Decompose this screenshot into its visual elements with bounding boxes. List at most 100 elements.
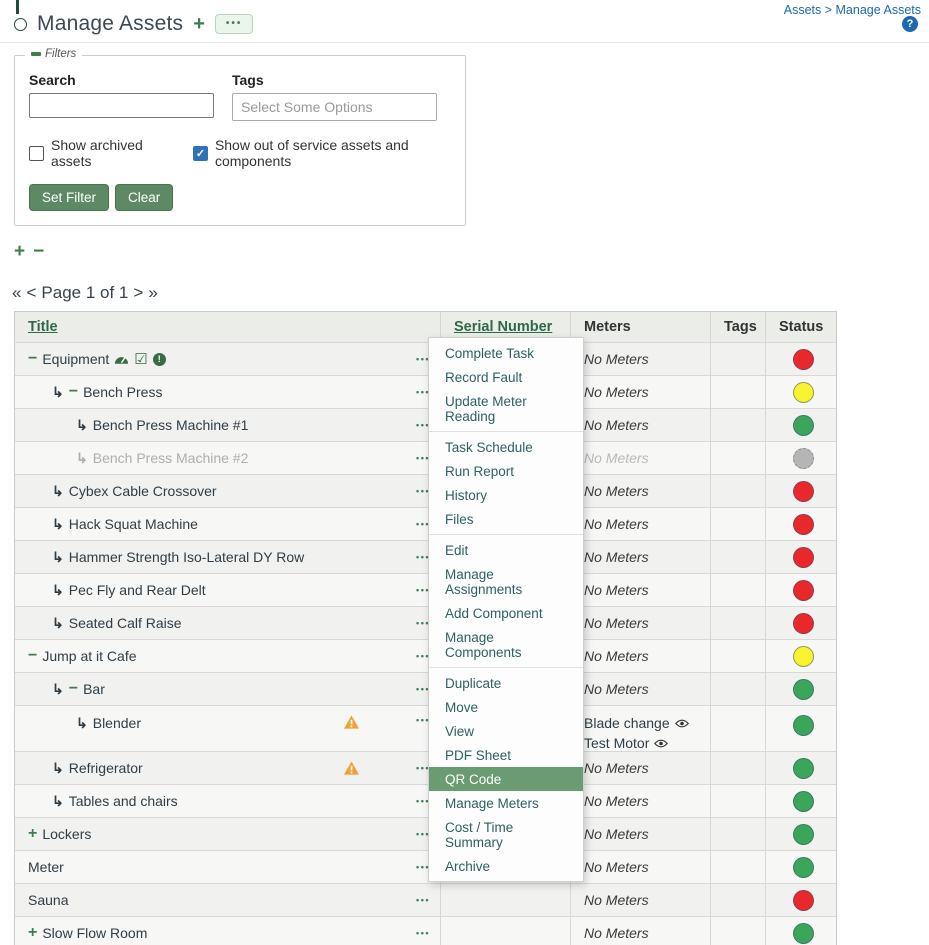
menu-item-files[interactable]: Files: [429, 507, 583, 531]
eye-icon[interactable]: [675, 719, 689, 728]
asset-title[interactable]: Bench Press Machine #1: [93, 417, 249, 433]
asset-title[interactable]: Blender: [93, 715, 141, 731]
filters-panel: Filters Search Tags Show archived assets…: [14, 55, 466, 226]
meters-cell: No Meters: [571, 673, 711, 705]
tree-branch-icon: ↳: [52, 793, 64, 810]
menu-item-run-report[interactable]: Run Report: [429, 459, 583, 483]
expand-all-button[interactable]: +: [14, 242, 25, 261]
asset-title[interactable]: Seated Calf Raise: [69, 615, 182, 631]
meters-cell: No Meters: [571, 785, 711, 817]
menu-item-task-schedule[interactable]: Task Schedule: [429, 435, 583, 459]
next-page-button[interactable]: >: [133, 283, 143, 303]
meters-cell: No Meters: [571, 475, 711, 507]
tree-collapse-icon[interactable]: −: [28, 351, 37, 367]
menu-item-archive[interactable]: Archive: [429, 854, 583, 878]
pagination: « < Page 1 of 1 > »: [12, 283, 929, 303]
menu-item-manage-assignments[interactable]: Manage Assignments: [429, 562, 583, 601]
asset-title[interactable]: Refrigerator: [69, 760, 143, 776]
menu-item-pdf-sheet[interactable]: PDF Sheet: [429, 743, 583, 767]
asset-title[interactable]: Equipment: [42, 351, 109, 367]
asset-title[interactable]: Jump at it Cafe: [42, 648, 136, 664]
tree-expand-icon[interactable]: +: [28, 925, 37, 941]
table-header: TitleSerial NumberMetersTagsStatus: [15, 312, 836, 342]
row-bench-press-machine-2: ↳Bench Press Machine #2•••No Meters: [15, 441, 836, 474]
title-cell: ↳Hammer Strength Iso-Lateral DY Row•••: [15, 541, 441, 573]
asset-title[interactable]: Hammer Strength Iso-Lateral DY Row: [69, 549, 305, 565]
menu-item-edit[interactable]: Edit: [429, 538, 583, 562]
tags-select-input[interactable]: [232, 93, 437, 121]
eye-icon[interactable]: [654, 739, 668, 748]
asset-title[interactable]: Slow Flow Room: [42, 925, 147, 941]
menu-item-move[interactable]: Move: [429, 695, 583, 719]
asset-title[interactable]: Cybex Cable Crossover: [69, 483, 217, 499]
status-cell: [766, 884, 838, 916]
tree-collapse-icon[interactable]: −: [69, 384, 78, 400]
status-red-icon: [793, 580, 814, 601]
clear-filter-button[interactable]: Clear: [115, 184, 173, 211]
first-page-button[interactable]: «: [12, 283, 21, 303]
filter-checkbox-show-archived-assets[interactable]: Show archived assets: [29, 137, 167, 169]
asset-title[interactable]: Hack Squat Machine: [69, 516, 198, 532]
filter-checkbox-show-out-of-service-assets-and-components[interactable]: ✓Show out of service assets and componen…: [193, 137, 451, 169]
menu-item-history[interactable]: History: [429, 483, 583, 507]
set-filter-button[interactable]: Set Filter: [29, 184, 109, 211]
collapse-filters-icon[interactable]: [31, 52, 41, 56]
menu-item-record-fault[interactable]: Record Fault: [429, 365, 583, 389]
row-actions-button[interactable]: •••: [416, 895, 430, 905]
asset-title[interactable]: Pec Fly and Rear Delt: [69, 582, 206, 598]
asset-title[interactable]: Sauna: [28, 892, 68, 908]
menu-divider: [429, 431, 583, 432]
breadcrumb[interactable]: Assets > Manage Assets: [784, 3, 921, 17]
checkbox-icon[interactable]: ✓: [193, 146, 208, 161]
meters-cell: Blade change Test Motor: [571, 706, 711, 751]
tags-label: Tags: [232, 72, 437, 88]
menu-item-add-component[interactable]: Add Component: [429, 601, 583, 625]
meter-link-test-motor[interactable]: Test Motor: [584, 735, 668, 751]
menu-item-update-meter-reading[interactable]: Update Meter Reading: [429, 389, 583, 428]
last-page-button[interactable]: »: [148, 283, 157, 303]
tree-controls: + −: [14, 242, 929, 261]
menu-item-view[interactable]: View: [429, 719, 583, 743]
meter-link-blade-change[interactable]: Blade change: [584, 715, 689, 731]
add-asset-button[interactable]: +: [193, 14, 205, 34]
no-meters-label: No Meters: [584, 826, 649, 842]
asset-title[interactable]: Meter: [28, 859, 64, 875]
row-tables-and-chairs: ↳Tables and chairs•••No Meters: [15, 784, 836, 817]
tree-collapse-icon[interactable]: −: [28, 648, 37, 664]
asset-title[interactable]: Tables and chairs: [69, 793, 178, 809]
tags-cell: [711, 752, 766, 784]
column-header-title[interactable]: Title: [15, 312, 441, 342]
menu-item-cost-time-summary[interactable]: Cost / Time Summary: [429, 815, 583, 854]
title-cell: ↳Blender•••: [15, 706, 441, 751]
help-icon[interactable]: ?: [902, 16, 918, 32]
asset-title[interactable]: Lockers: [42, 826, 91, 842]
page-indicator: Page 1 of 1: [41, 283, 128, 303]
tags-cell: [711, 343, 766, 375]
status-cell: [766, 376, 838, 408]
status-yellow-icon: [793, 646, 814, 667]
column-header-label[interactable]: Serial Number: [454, 319, 552, 335]
search-input[interactable]: [29, 93, 214, 118]
row-actions-button[interactable]: •••: [416, 928, 430, 938]
column-header-label[interactable]: Title: [28, 319, 58, 335]
menu-item-manage-meters[interactable]: Manage Meters: [429, 791, 583, 815]
collapse-all-button[interactable]: −: [33, 242, 44, 261]
asset-title[interactable]: Bench Press Machine #2: [93, 450, 249, 466]
page-more-actions-button[interactable]: •••: [215, 14, 254, 34]
tree-collapse-icon[interactable]: −: [69, 681, 78, 697]
meters-cell: No Meters: [571, 851, 711, 883]
menu-item-duplicate[interactable]: Duplicate: [429, 671, 583, 695]
status-cell: [766, 818, 838, 850]
menu-item-qr-code[interactable]: QR Code: [429, 767, 583, 791]
menu-item-manage-components[interactable]: Manage Components: [429, 625, 583, 664]
asset-title[interactable]: Bench Press: [83, 384, 162, 400]
no-meters-label: No Meters: [584, 483, 649, 499]
menu-item-complete-task[interactable]: Complete Task: [429, 341, 583, 365]
tree-expand-icon[interactable]: +: [28, 826, 37, 842]
checkbox-icon[interactable]: [29, 146, 44, 161]
no-meters-label: No Meters: [584, 384, 649, 400]
prev-page-button[interactable]: <: [26, 283, 36, 303]
filter-checkboxes: Show archived assets ✓Show out of service…: [29, 137, 451, 169]
asset-table: TitleSerial NumberMetersTagsStatus −Equi…: [14, 311, 837, 945]
asset-title[interactable]: Bar: [83, 681, 105, 697]
